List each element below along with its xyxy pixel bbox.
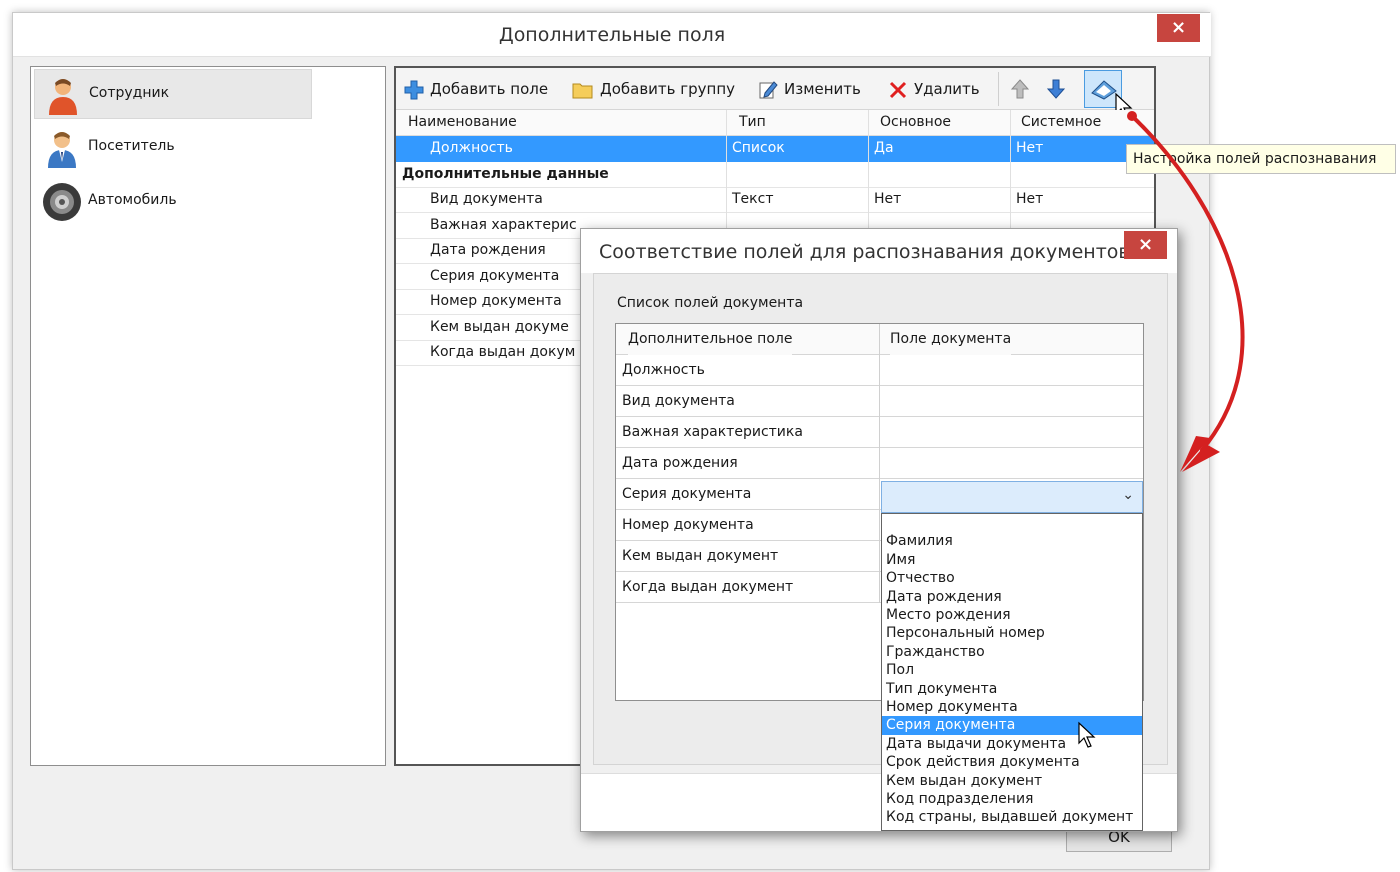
mouse-cursor-icon bbox=[1078, 721, 1096, 748]
mapping-field: Кем выдан документ bbox=[622, 548, 779, 564]
dropdown-option[interactable]: Имя bbox=[882, 551, 1142, 569]
column-header-main[interactable]: Основное bbox=[880, 114, 951, 130]
window-title: Дополнительные поля bbox=[13, 13, 1211, 57]
mapping-field: Когда выдан документ bbox=[622, 579, 794, 595]
cell-name: Кем выдан докуме bbox=[430, 319, 569, 335]
mapping-field: Номер документа bbox=[622, 517, 754, 533]
dropdown-option[interactable]: Гражданство bbox=[882, 643, 1142, 661]
column-header-system[interactable]: Системное bbox=[1021, 114, 1101, 130]
cell-type: Список bbox=[732, 140, 785, 156]
edit-button[interactable]: Изменить bbox=[758, 76, 861, 102]
add-group-button[interactable]: Добавить группу bbox=[572, 76, 735, 102]
category-label: Посетитель bbox=[88, 138, 175, 154]
list-caption: Список полей документа bbox=[617, 295, 804, 311]
cell-system: Нет bbox=[1016, 140, 1044, 156]
column-header-document-field[interactable]: Поле документа bbox=[890, 324, 1012, 355]
cell-name: Серия документа bbox=[430, 268, 560, 284]
car-wheel-icon bbox=[43, 183, 81, 221]
move-up-icon[interactable] bbox=[1010, 78, 1030, 100]
category-visitor[interactable]: Посетитель bbox=[34, 123, 312, 173]
field-mapping-dialog: Соответствие полей для распознавания док… bbox=[580, 228, 1178, 832]
mapping-field: Вид документа bbox=[622, 393, 735, 409]
column-divider bbox=[879, 324, 880, 603]
dropdown-option[interactable]: Пол bbox=[882, 661, 1142, 679]
dropdown-option[interactable]: Срок действия документа bbox=[882, 753, 1142, 771]
document-field-combobox[interactable]: ⌄ bbox=[881, 481, 1143, 513]
edit-label: Изменить bbox=[784, 80, 861, 98]
dropdown-option[interactable]: Место рождения bbox=[882, 606, 1142, 624]
employee-icon bbox=[49, 79, 77, 115]
cell-name: Должность bbox=[430, 140, 513, 156]
mapping-field: Дата рождения bbox=[622, 455, 738, 471]
cell-name: Когда выдан докум bbox=[430, 344, 576, 360]
dropdown-option[interactable]: Тип документа bbox=[882, 680, 1142, 698]
delete-button[interactable]: Удалить bbox=[888, 76, 980, 102]
table-row[interactable]: Вид документа Текст Нет Нет bbox=[396, 187, 1154, 213]
delete-icon bbox=[889, 81, 907, 98]
delete-label: Удалить bbox=[914, 80, 980, 98]
cell-type: Текст bbox=[732, 191, 774, 207]
column-header-type[interactable]: Тип bbox=[739, 114, 766, 130]
cell-name: Дата рождения bbox=[430, 242, 546, 258]
cell-name: Важная характерис bbox=[430, 217, 577, 233]
dropdown-option[interactable]: Дата выдачи документа bbox=[882, 735, 1142, 753]
category-label: Сотрудник bbox=[89, 85, 170, 101]
cell-main: Да bbox=[874, 140, 894, 156]
dropdown-option[interactable]: Отчество bbox=[882, 569, 1142, 587]
add-field-button[interactable]: Добавить поле bbox=[404, 76, 548, 102]
cell-main: Нет bbox=[874, 191, 902, 207]
edit-icon bbox=[759, 80, 778, 98]
dropdown-option[interactable]: Код подразделения bbox=[882, 790, 1142, 808]
dialog-title: Соответствие полей для распознавания док… bbox=[581, 229, 1177, 273]
column-header-additional-field[interactable]: Дополнительное поле bbox=[628, 324, 793, 355]
dropdown-option[interactable]: Кем выдан документ bbox=[882, 772, 1142, 790]
cell-name: Вид документа bbox=[430, 191, 543, 207]
add-group-label: Добавить группу bbox=[600, 80, 736, 98]
add-field-label: Добавить поле bbox=[430, 80, 549, 98]
dropdown-option[interactable] bbox=[882, 514, 1142, 532]
mapping-field: Серия документа bbox=[622, 486, 752, 502]
category-label: Автомобиль bbox=[88, 192, 177, 208]
annotation-arrow bbox=[1127, 111, 1245, 472]
dropdown-option[interactable]: Фамилия bbox=[882, 532, 1142, 550]
dropdown-option[interactable]: Дата рождения bbox=[882, 588, 1142, 606]
grid-header: Наименование Тип Основное Системное bbox=[396, 110, 1154, 136]
dropdown-option[interactable]: Персональный номер bbox=[882, 624, 1142, 642]
toolbar-separator bbox=[998, 72, 999, 106]
dropdown-option-selected[interactable]: Серия документа bbox=[882, 716, 1142, 735]
cell-system: Нет bbox=[1016, 191, 1044, 207]
visitor-icon bbox=[48, 132, 76, 168]
mapping-field: Должность bbox=[622, 362, 705, 378]
move-down-icon[interactable] bbox=[1046, 78, 1066, 100]
category-list: Сотрудник Посетитель Автомобиль bbox=[30, 66, 386, 766]
folder-icon bbox=[572, 83, 593, 98]
close-button[interactable]: × bbox=[1157, 14, 1200, 42]
chevron-down-icon[interactable]: ⌄ bbox=[1122, 487, 1134, 503]
dropdown-option[interactable]: Номер документа bbox=[882, 698, 1142, 716]
column-header-name[interactable]: Наименование bbox=[408, 114, 517, 130]
dropdown-option[interactable]: Код страны, выдавшей документ bbox=[882, 808, 1142, 826]
group-label: Дополнительные данные bbox=[402, 166, 609, 182]
mapping-field: Важная характеристика bbox=[622, 424, 803, 440]
category-employee[interactable]: Сотрудник bbox=[34, 69, 312, 119]
group-row[interactable]: Дополнительные данные bbox=[396, 162, 1154, 188]
toolbar: Добавить поле Добавить группу Изменить У… bbox=[396, 68, 1154, 119]
category-car[interactable]: Автомобиль bbox=[34, 177, 312, 227]
plus-icon bbox=[404, 80, 424, 99]
dropdown-list: Фамилия Имя Отчество Дата рождения Место… bbox=[881, 513, 1143, 831]
table-row[interactable]: Должность Список Да Нет bbox=[396, 136, 1154, 162]
cell-name: Номер документа bbox=[430, 293, 562, 309]
